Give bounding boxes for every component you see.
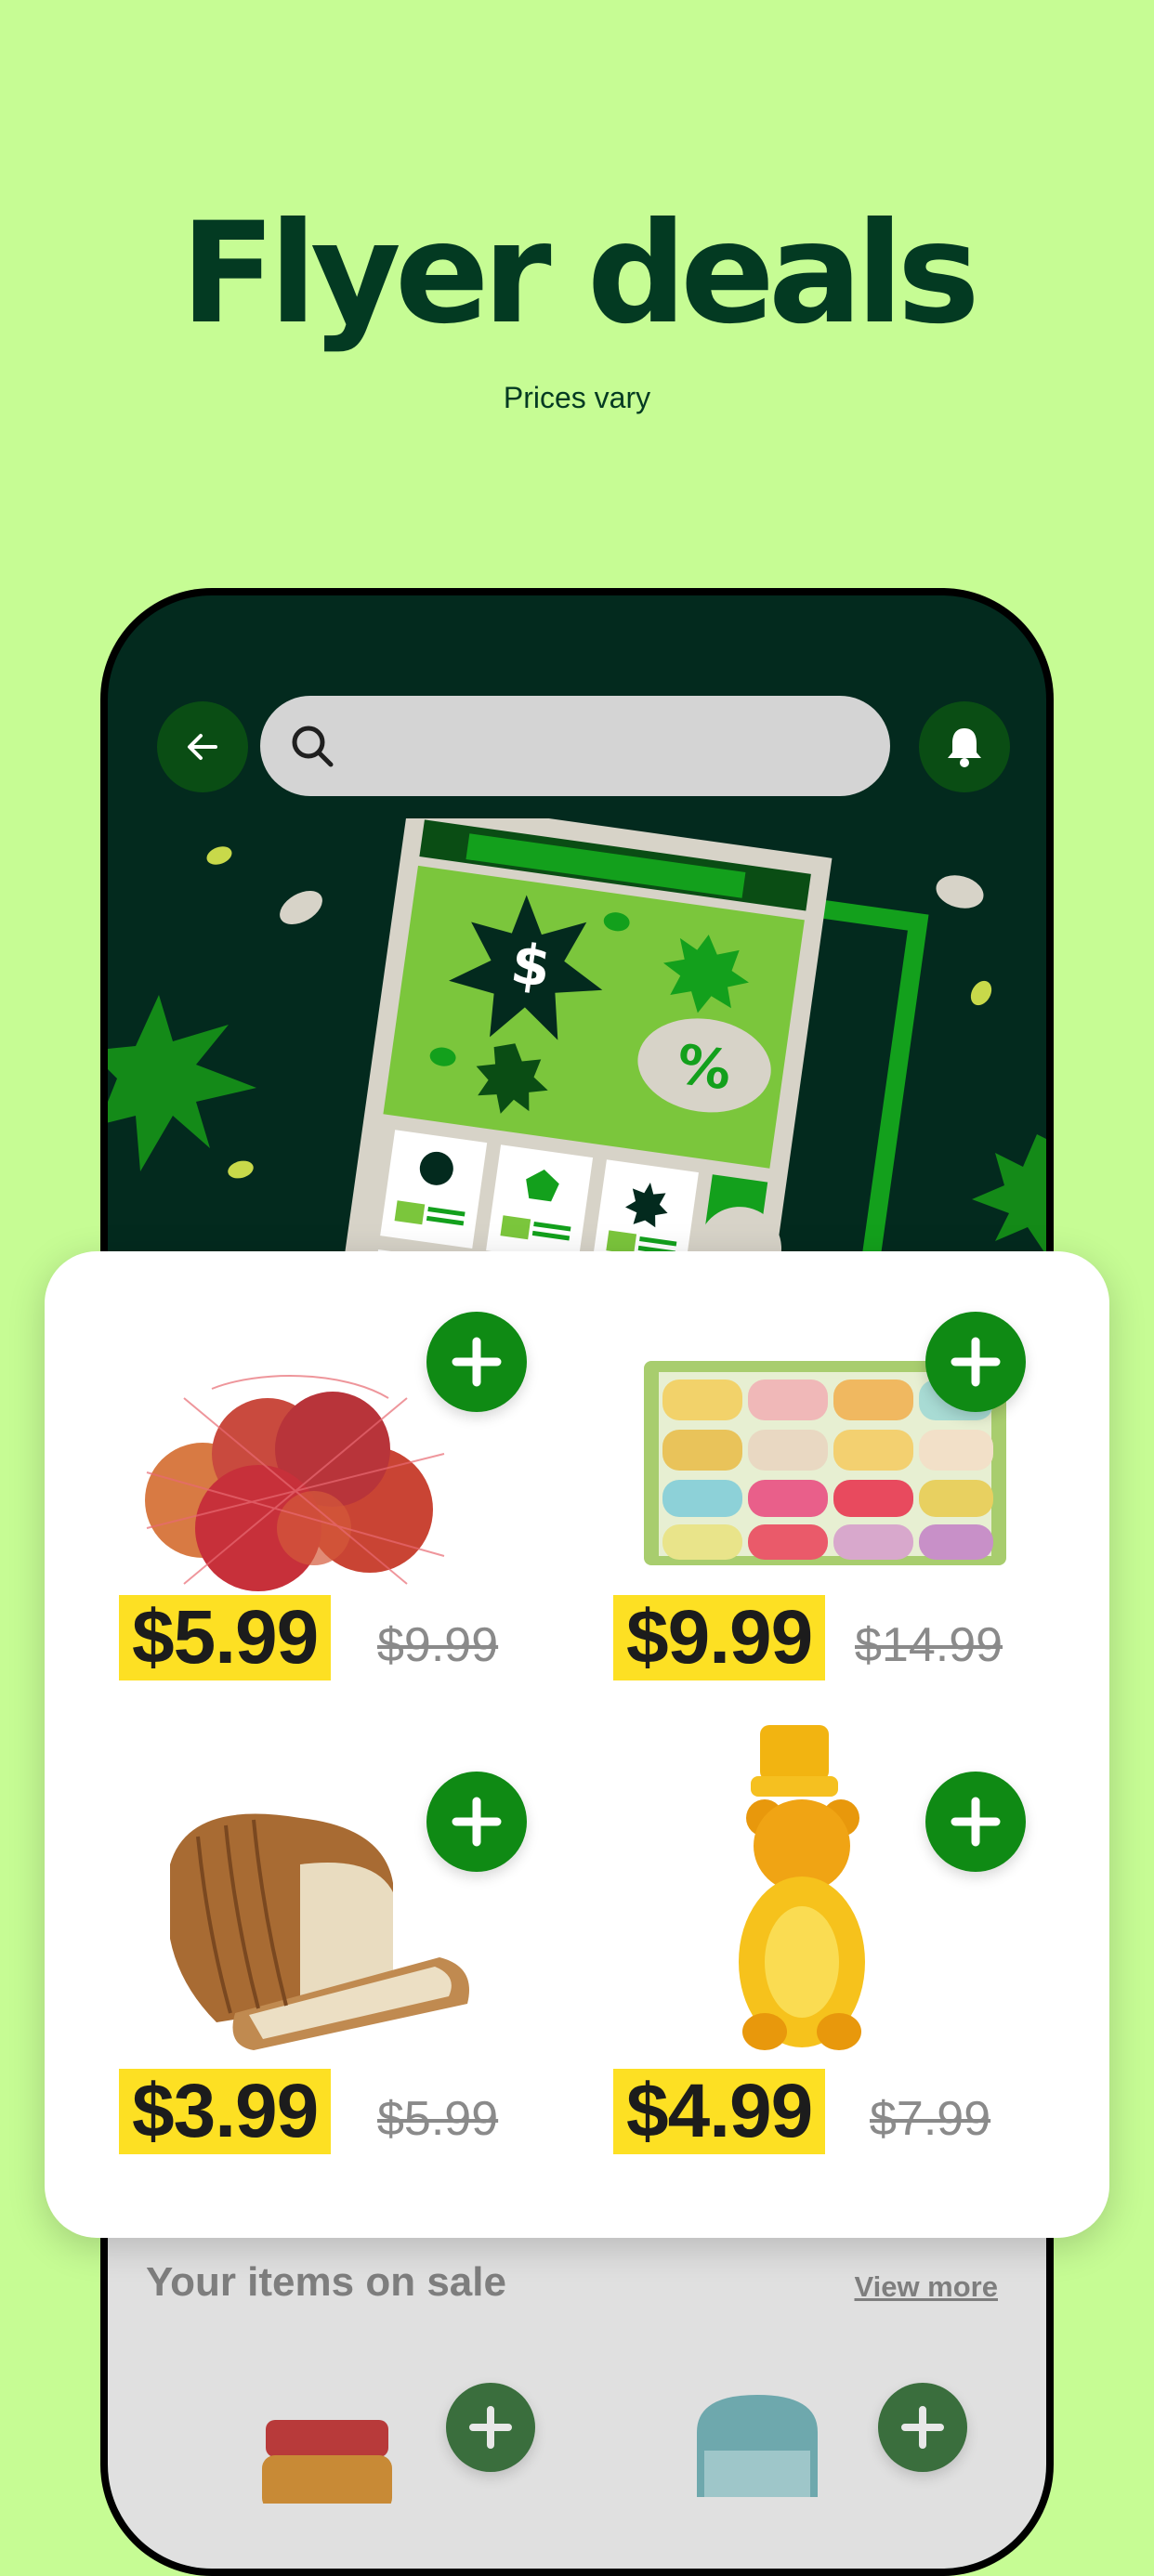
add-button-honey[interactable]: [925, 1772, 1026, 1872]
headline: Flyer deals: [180, 193, 980, 355]
search-icon: [292, 726, 334, 767]
plus-icon: [452, 1797, 502, 1847]
add-button-sale-2[interactable]: [878, 2383, 967, 2472]
peanut-butter-jar-thumbnail: [262, 2420, 392, 2504]
add-button-macarons[interactable]: [925, 1312, 1026, 1412]
plus-icon: [901, 2406, 944, 2449]
view-more-link[interactable]: View more: [854, 2270, 998, 2304]
add-button-bread[interactable]: [426, 1772, 527, 1872]
deal-price: $5.99: [119, 1595, 332, 1680]
percent-symbol: %: [673, 1032, 735, 1102]
dairy-bottle-thumbnail: [697, 2395, 818, 2497]
original-price: $7.99: [870, 2092, 991, 2146]
subline: Prices vary: [503, 381, 651, 414]
original-price: $9.99: [377, 1618, 499, 1672]
deal-price: $4.99: [613, 2069, 826, 2154]
deal-price: $3.99: [119, 2069, 332, 2154]
deal-price: $9.99: [613, 1595, 826, 1680]
notifications-button[interactable]: [919, 701, 1010, 792]
bell-icon: [948, 728, 981, 767]
original-price: $5.99: [377, 2092, 499, 2146]
flyer-deals-card: $5.99 $9.99 $9.99 $14.99 $3.99 $5.99 $4.…: [45, 1251, 1109, 2238]
honey-bear-product-image: [739, 1725, 865, 2050]
plus-icon: [469, 2406, 512, 2449]
plus-icon: [951, 1797, 1001, 1847]
search-input[interactable]: [260, 696, 890, 796]
sale-section-title: Your items on sale: [146, 2259, 506, 2305]
back-button[interactable]: [157, 701, 248, 792]
plus-icon: [452, 1337, 502, 1387]
add-button-sale-1[interactable]: [446, 2383, 535, 2472]
apples-product-image: [145, 1375, 445, 1591]
original-price: $14.99: [855, 1618, 1003, 1672]
add-button-apples[interactable]: [426, 1312, 527, 1412]
arrow-left-icon: [188, 734, 217, 760]
plus-icon: [951, 1337, 1001, 1387]
